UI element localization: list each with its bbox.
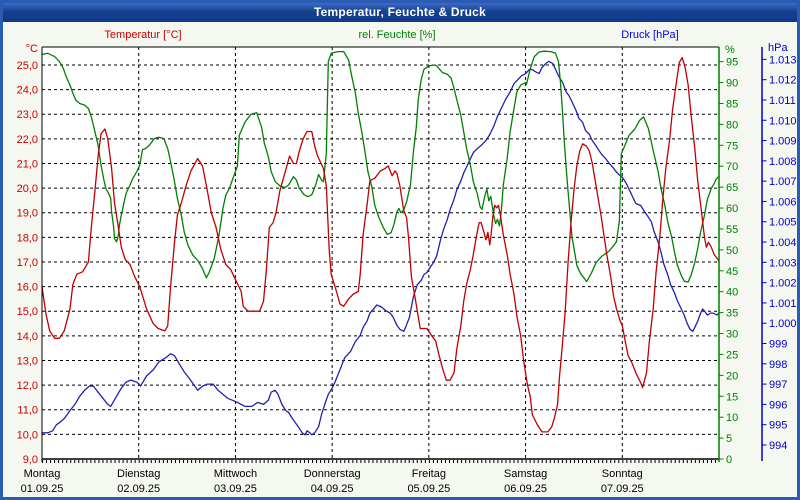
chart-panel [3,22,797,497]
window-titlebar: Temperatur, Feuchte & Druck [3,3,797,22]
window-title: Temperatur, Feuchte & Druck [314,5,486,19]
app-window: Temperatur, Feuchte & Druck [0,0,800,500]
